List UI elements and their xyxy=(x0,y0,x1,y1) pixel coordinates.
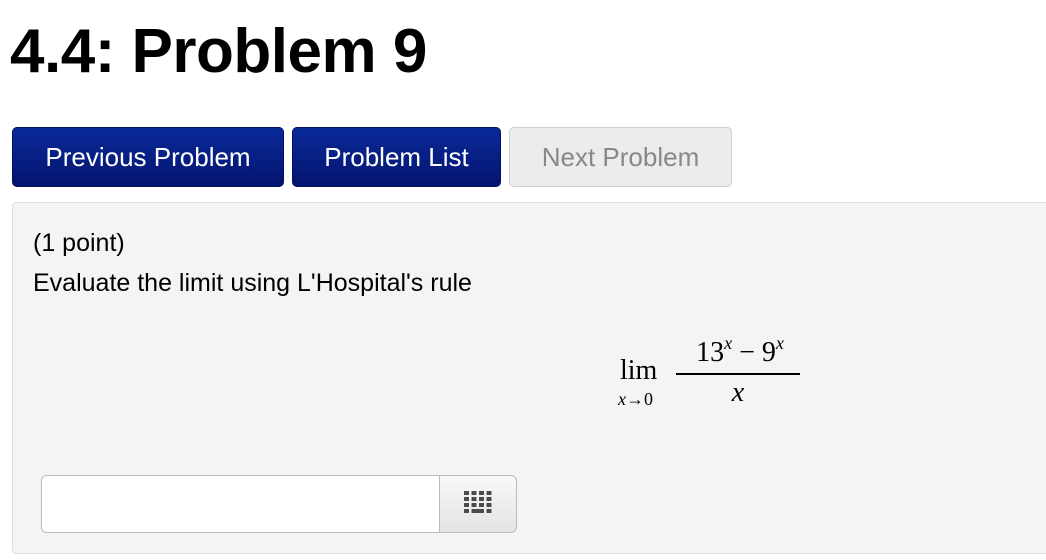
fraction-bar xyxy=(676,373,800,375)
answer-input[interactable] xyxy=(41,475,441,533)
page-title: 4.4: Problem 9 xyxy=(10,17,427,86)
problem-prompt: Evaluate the limit using L'Hospital's ru… xyxy=(33,269,472,297)
numerator-exponent-2: x xyxy=(775,333,784,353)
previous-problem-button[interactable]: Previous Problem xyxy=(12,127,284,187)
fraction-numerator: 13x − 9x xyxy=(676,333,804,369)
limit-arrow: → xyxy=(626,389,644,409)
limit-target: 0 xyxy=(644,389,653,409)
limit-expression: lim x→0 13x − 9x x xyxy=(618,333,808,413)
next-problem-button[interactable]: Next Problem xyxy=(509,127,732,187)
problem-list-button[interactable]: Problem List xyxy=(292,127,501,187)
problem-points: (1 point) xyxy=(33,229,125,257)
fraction-denominator: x xyxy=(731,377,745,408)
limit-operator: lim xyxy=(620,355,658,386)
problem-panel: (1 point) Evaluate the limit using L'Hos… xyxy=(12,202,1046,554)
limit-variable: x xyxy=(618,389,626,409)
equation-editor-button[interactable] xyxy=(439,475,517,533)
numerator-base-1: 13 xyxy=(696,337,725,368)
numerator-operator: − xyxy=(732,337,762,368)
keypad-icon xyxy=(464,490,492,518)
numerator-exponent-1: x xyxy=(724,333,733,353)
numerator-base-2: 9 xyxy=(761,337,776,368)
limit-subscript: x→0 xyxy=(618,389,653,410)
